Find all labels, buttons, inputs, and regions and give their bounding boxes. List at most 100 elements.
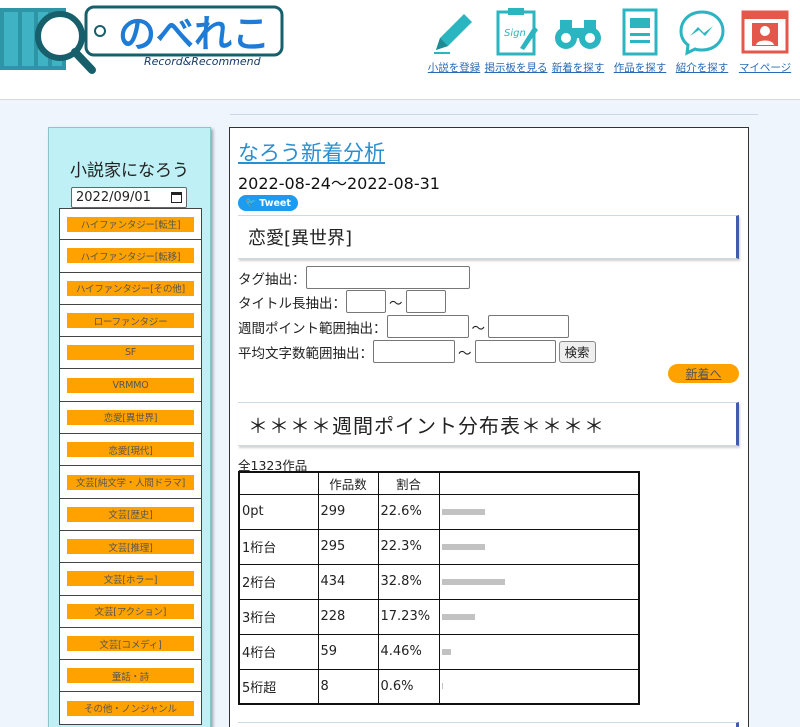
ratio-bar: [441, 543, 485, 550]
weekly-point-filter-row: 週間ポイント範囲抽出： 〜: [238, 315, 569, 338]
genre-button[interactable]: 童話・詩: [67, 668, 194, 684]
date-picker[interactable]: 2022/09/01: [71, 187, 187, 208]
avg-chars-max-input[interactable]: [474, 340, 556, 363]
genre-list-item: 文芸[純文学・人間ドラマ]: [59, 466, 202, 499]
genre-list-item: 文芸[アクション]: [59, 595, 202, 628]
nav-find-works[interactable]: 作品を探す: [610, 6, 670, 75]
genre-list-item: 童話・詩: [59, 660, 202, 693]
weekly-point-max-input[interactable]: [488, 315, 569, 338]
sidebar: 小説家になろう 2022/09/01 ハイファンタジー[転生] ハイファンタジー[…: [48, 127, 211, 727]
range-cell: 2桁台: [238, 563, 319, 600]
weekly-point-min-input[interactable]: [386, 315, 469, 338]
column-header-count: 作品数: [317, 471, 379, 495]
column-header-bar: [438, 471, 640, 495]
ratio-bar-cell: [438, 668, 640, 705]
tilde: 〜: [458, 345, 472, 362]
range-cell: 4桁台: [238, 633, 319, 670]
genre-list-item: 文芸[コメディ]: [59, 627, 202, 661]
tweet-button[interactable]: 🐦 Tweet: [238, 195, 298, 211]
genre-button[interactable]: 文芸[ホラー]: [67, 571, 194, 587]
genre-button[interactable]: 文芸[推理]: [67, 539, 194, 555]
sign-board-icon: Sign: [496, 8, 538, 56]
title-length-max-input[interactable]: [405, 290, 446, 313]
avg-chars-min-input[interactable]: [373, 340, 455, 363]
genre-button[interactable]: 文芸[アクション]: [67, 603, 194, 619]
divider: [230, 114, 758, 115]
title-length-min-input[interactable]: [346, 290, 386, 313]
nav-label: 新着を探す: [551, 62, 605, 74]
genre-list-item: 文芸[ホラー]: [59, 563, 202, 596]
genre-button[interactable]: VRMMO: [67, 377, 194, 393]
table-row: 5桁超 8 0.6%: [238, 668, 640, 705]
page-title[interactable]: なろう新着分析: [238, 137, 385, 167]
tag-filter-input[interactable]: [305, 266, 470, 289]
table-body: 0pt 299 22.6% 1桁台 295 22.3% 2桁台 434 32.8% 3桁台 228 1…: [238, 493, 640, 705]
genre-list-item: ハイファンタジー[その他]: [59, 272, 202, 305]
genre-button[interactable]: 文芸[純文学・人間ドラマ]: [67, 474, 194, 490]
nav-find-intro[interactable]: 紹介を探す: [672, 6, 732, 75]
site-logo[interactable]: のべれこ Record&Recommend: [0, 0, 290, 78]
genre-button[interactable]: 文芸[歴史]: [67, 506, 194, 522]
header-nav: 小説を登録 Sign 掲示板を見る 新着を探す 作品を探す 紹介を探す マイペー…: [422, 6, 796, 75]
genre-button[interactable]: SF: [67, 345, 194, 361]
genre-button[interactable]: 文芸[コメディ]: [67, 636, 194, 651]
genre-button[interactable]: 恋愛[異世界]: [67, 409, 194, 425]
nav-board[interactable]: Sign 掲示板を見る: [485, 6, 548, 75]
column-header-range: [238, 471, 319, 495]
ratio-bar: [441, 508, 485, 515]
genre-list-item: 恋愛[現代]: [59, 434, 202, 467]
to-new-arrivals-button[interactable]: 新着へ: [668, 364, 739, 383]
calendar-icon[interactable]: [171, 192, 182, 203]
title-length-label: タイトル長抽出：: [238, 295, 346, 312]
count-cell: 228: [317, 598, 379, 635]
tilde: 〜: [471, 320, 486, 337]
site-header: のべれこ Record&Recommend 小説を登録 Sign 掲示板を見る: [0, 0, 800, 100]
ratio-bar-cell: [438, 493, 640, 530]
range-cell: 5桁超: [238, 668, 319, 705]
genre-list-item: ハイファンタジー[転生]: [59, 208, 202, 241]
table-row: 2桁台 434 32.8%: [238, 563, 640, 600]
tilde: 〜: [389, 295, 403, 312]
table-header-row: 作品数 割合: [238, 471, 640, 495]
document-icon: [622, 8, 658, 56]
genre-button[interactable]: ハイファンタジー[転移]: [67, 248, 194, 264]
ratio-bar-cell: [438, 598, 640, 635]
ratio-bar: [441, 578, 505, 585]
genre-list-item: VRMMO: [59, 369, 202, 402]
genre-list-item: ローファンタジー: [59, 304, 202, 338]
title-length-filter-row: タイトル長抽出： 〜: [238, 290, 446, 313]
genre-button[interactable]: その他・ノンジャンル: [67, 700, 194, 716]
nav-find-new[interactable]: 新着を探す: [548, 6, 608, 75]
table-row: 4桁台 59 4.46%: [238, 633, 640, 670]
main-panel: なろう新着分析 2022-08-24〜2022-08-31 🐦 Tweet 恋愛…: [229, 127, 749, 727]
weekly-point-distribution-table: 作品数 割合 0pt 299 22.6% 1桁台 295 22.3% 2桁台 434 32.8%…: [238, 471, 640, 705]
logo-subtext: Record&Recommend: [144, 55, 262, 68]
distribution-heading: ＊＊＊＊週間ポイント分布表＊＊＊＊: [238, 402, 739, 446]
ratio-bar: [441, 648, 451, 655]
genre-button[interactable]: ハイファンタジー[その他]: [67, 280, 194, 296]
genre-list-item: 文芸[推理]: [59, 530, 202, 564]
nav-label: マイページ: [738, 62, 792, 74]
search-button[interactable]: 検索: [558, 340, 596, 363]
messenger-icon: [679, 10, 725, 56]
nav-register-novel[interactable]: 小説を登録: [424, 6, 484, 75]
genre-button[interactable]: ローファンタジー: [67, 313, 194, 329]
tag-filter-label: タグ抽出：: [238, 271, 306, 288]
ratio-cell: 17.23%: [377, 598, 440, 635]
genre-button[interactable]: ハイファンタジー[転生]: [67, 216, 194, 232]
ratio-cell: 4.46%: [377, 633, 440, 670]
count-cell: 8: [317, 668, 379, 705]
user-profile-icon: [741, 10, 789, 54]
table-row: 0pt 299 22.6%: [238, 493, 640, 530]
tweet-label: Tweet: [259, 197, 291, 209]
range-cell: 0pt: [238, 493, 319, 530]
nav-mypage[interactable]: マイページ: [734, 6, 796, 75]
svg-text:Sign: Sign: [504, 28, 526, 39]
sidebar-title: 小説家になろう: [70, 161, 189, 181]
weekly-point-label: 週間ポイント範囲抽出：: [238, 320, 387, 337]
genre-button[interactable]: 恋愛[現代]: [67, 442, 194, 458]
range-cell: 1桁台: [238, 528, 319, 565]
genre-list-item: その他・ノンジャンル: [59, 692, 202, 725]
ratio-cell: 22.3%: [377, 528, 440, 565]
tag-filter-row: タグ抽出：: [238, 266, 470, 289]
